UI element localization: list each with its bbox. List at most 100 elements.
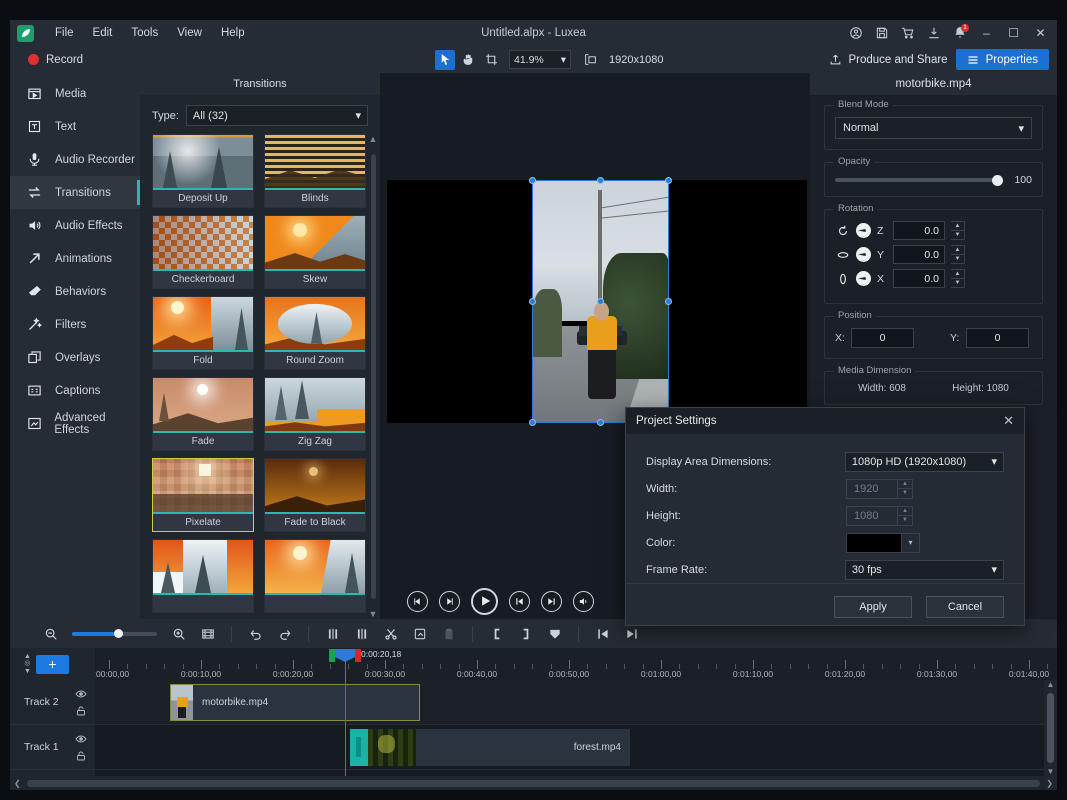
mark-out-icon[interactable] [511, 621, 540, 646]
minimize-button[interactable]: – [974, 21, 999, 46]
timeline-zoom-slider[interactable] [72, 632, 157, 636]
produce-and-share-button[interactable]: Produce and Share [829, 53, 955, 66]
zoom-out-icon[interactable] [36, 621, 65, 646]
rotation-x-input[interactable]: 0.0 [893, 269, 945, 288]
blend-mode-select[interactable]: Normal ▾ [835, 117, 1032, 139]
menu-help[interactable]: Help [212, 23, 254, 43]
scroll-left-icon[interactable]: ❮ [14, 779, 21, 788]
transition-card[interactable]: Checkerboard [152, 215, 254, 289]
timeline-clip[interactable]: motorbike.mp4 [170, 684, 420, 721]
rotation-z-spinner[interactable]: ▲▼ [951, 221, 965, 240]
menu-tools[interactable]: Tools [122, 23, 167, 43]
scroll-thumb[interactable] [27, 780, 1041, 787]
track-lanes[interactable]: motorbike.mp4 forest.mp4 [95, 680, 1044, 776]
transition-card[interactable]: Fade [152, 377, 254, 451]
width-input[interactable]: 1920 [846, 479, 898, 499]
scroll-down-icon[interactable]: ▼ [1047, 767, 1055, 776]
transition-card[interactable] [152, 539, 254, 613]
sidebar-item-audio-recorder[interactable]: Audio Recorder [10, 143, 140, 176]
download-icon[interactable] [922, 21, 946, 45]
scroll-thumb[interactable] [371, 154, 376, 599]
undo-icon[interactable] [241, 621, 270, 646]
track-header-2[interactable]: Track 2 [10, 680, 95, 725]
select-arrow-icon[interactable] [435, 50, 455, 70]
cancel-button[interactable]: Cancel [926, 596, 1004, 618]
properties-button[interactable]: Properties [956, 49, 1049, 70]
tracks-horizontal-scrollbar[interactable]: ❮ ❯ [10, 776, 1057, 790]
sidebar-item-media[interactable]: Media [10, 77, 140, 110]
sidebar-item-text[interactable]: Text [10, 110, 140, 143]
sidebar-item-transitions[interactable]: Transitions [10, 176, 140, 209]
opacity-knob[interactable] [992, 175, 1003, 186]
tracks-vertical-scrollbar[interactable]: ▲ ▼ [1044, 680, 1057, 776]
jump-end-button[interactable] [541, 591, 562, 612]
zoom-in-icon[interactable] [164, 621, 193, 646]
display-area-dimensions-select[interactable]: 1080p HD (1920x1080) ▾ [845, 452, 1004, 472]
transition-card[interactable]: Round Zoom [264, 296, 366, 370]
apply-button[interactable]: Apply [834, 596, 912, 618]
redo-icon[interactable] [270, 621, 299, 646]
track-lane-2[interactable]: motorbike.mp4 [95, 680, 1044, 725]
sidebar-item-captions[interactable]: Captions [10, 374, 140, 407]
transition-card[interactable]: Blinds [264, 134, 366, 208]
menu-file[interactable]: File [46, 23, 83, 43]
split2-icon[interactable] [347, 621, 376, 646]
menu-edit[interactable]: Edit [84, 23, 122, 43]
transition-card[interactable] [264, 539, 366, 613]
step-back-button[interactable] [407, 591, 428, 612]
fit-timeline-icon[interactable] [193, 621, 222, 646]
scroll-thumb[interactable] [1047, 693, 1054, 763]
paste-icon[interactable] [434, 621, 463, 646]
record-button[interactable]: Record [10, 54, 83, 66]
color-dropdown-icon[interactable]: ▾ [902, 533, 920, 553]
transition-card[interactable]: Deposit Up [152, 134, 254, 208]
account-icon[interactable] [844, 21, 868, 45]
prev-edit-icon[interactable] [588, 621, 617, 646]
play-button[interactable] [471, 588, 498, 615]
transitions-scrollbar[interactable]: ▲ ▼ [368, 134, 378, 619]
transition-card[interactable]: Skew [264, 215, 366, 289]
track-lane-1[interactable]: forest.mp4 [95, 725, 1044, 770]
timeline-ruler[interactable]: 0:00:00,000:00:10,000:00:20,000:00:30,00… [95, 648, 1057, 680]
width-spinner[interactable]: ▲▼ [898, 479, 913, 499]
copy-icon[interactable] [405, 621, 434, 646]
rotate-z-dial-icon[interactable] [856, 223, 871, 238]
height-input[interactable]: 1080 [846, 506, 898, 526]
volume-button[interactable] [573, 591, 594, 612]
marker-icon[interactable] [540, 621, 569, 646]
sidebar-item-advanced-effects[interactable]: Advanced Effects [10, 407, 140, 440]
step-forward-button[interactable] [439, 591, 460, 612]
video-canvas[interactable] [387, 180, 807, 423]
sidebar-item-overlays[interactable]: Overlays [10, 341, 140, 374]
menu-view[interactable]: View [168, 23, 211, 43]
close-button[interactable]: ✕ [1028, 21, 1053, 46]
sidebar-item-behaviors[interactable]: Behaviors [10, 275, 140, 308]
notification-bell-icon[interactable]: 1 [948, 21, 972, 45]
height-spinner[interactable]: ▲▼ [898, 506, 913, 526]
sidebar-item-filters[interactable]: Filters [10, 308, 140, 341]
dialog-close-icon[interactable]: ✕ [1003, 413, 1014, 429]
position-y-input[interactable]: 0 [966, 328, 1029, 348]
cart-icon[interactable] [896, 21, 920, 45]
pan-hand-icon[interactable] [458, 50, 478, 70]
scroll-up-icon[interactable]: ▲ [1047, 680, 1055, 689]
transition-card-selected[interactable]: Pixelate [152, 458, 254, 532]
opacity-slider[interactable] [835, 178, 1001, 182]
timeline-clip[interactable]: forest.mp4 [350, 729, 630, 766]
rotate-x-dial-icon[interactable] [856, 271, 871, 286]
zoom-level-select[interactable]: 41.9% ▾ [509, 50, 571, 69]
scroll-down-icon[interactable]: ▼ [369, 609, 378, 619]
cut-scissors-icon[interactable] [376, 621, 405, 646]
rotation-z-input[interactable]: 0.0 [893, 221, 945, 240]
rotation-y-input[interactable]: 0.0 [893, 245, 945, 264]
crop-icon[interactable] [481, 50, 501, 70]
transition-card[interactable]: Fade to Black [264, 458, 366, 532]
track-height-control[interactable]: ▲ ◎ ▼ [24, 653, 31, 675]
scroll-right-icon[interactable]: ❯ [1046, 779, 1053, 788]
color-swatch[interactable] [846, 533, 902, 553]
rotation-x-spinner[interactable]: ▲▼ [951, 269, 965, 288]
maximize-button[interactable]: ☐ [1001, 21, 1026, 46]
rotation-y-spinner[interactable]: ▲▼ [951, 245, 965, 264]
transitions-type-select[interactable]: All (32) ▾ [186, 105, 368, 126]
sidebar-item-audio-effects[interactable]: Audio Effects [10, 209, 140, 242]
